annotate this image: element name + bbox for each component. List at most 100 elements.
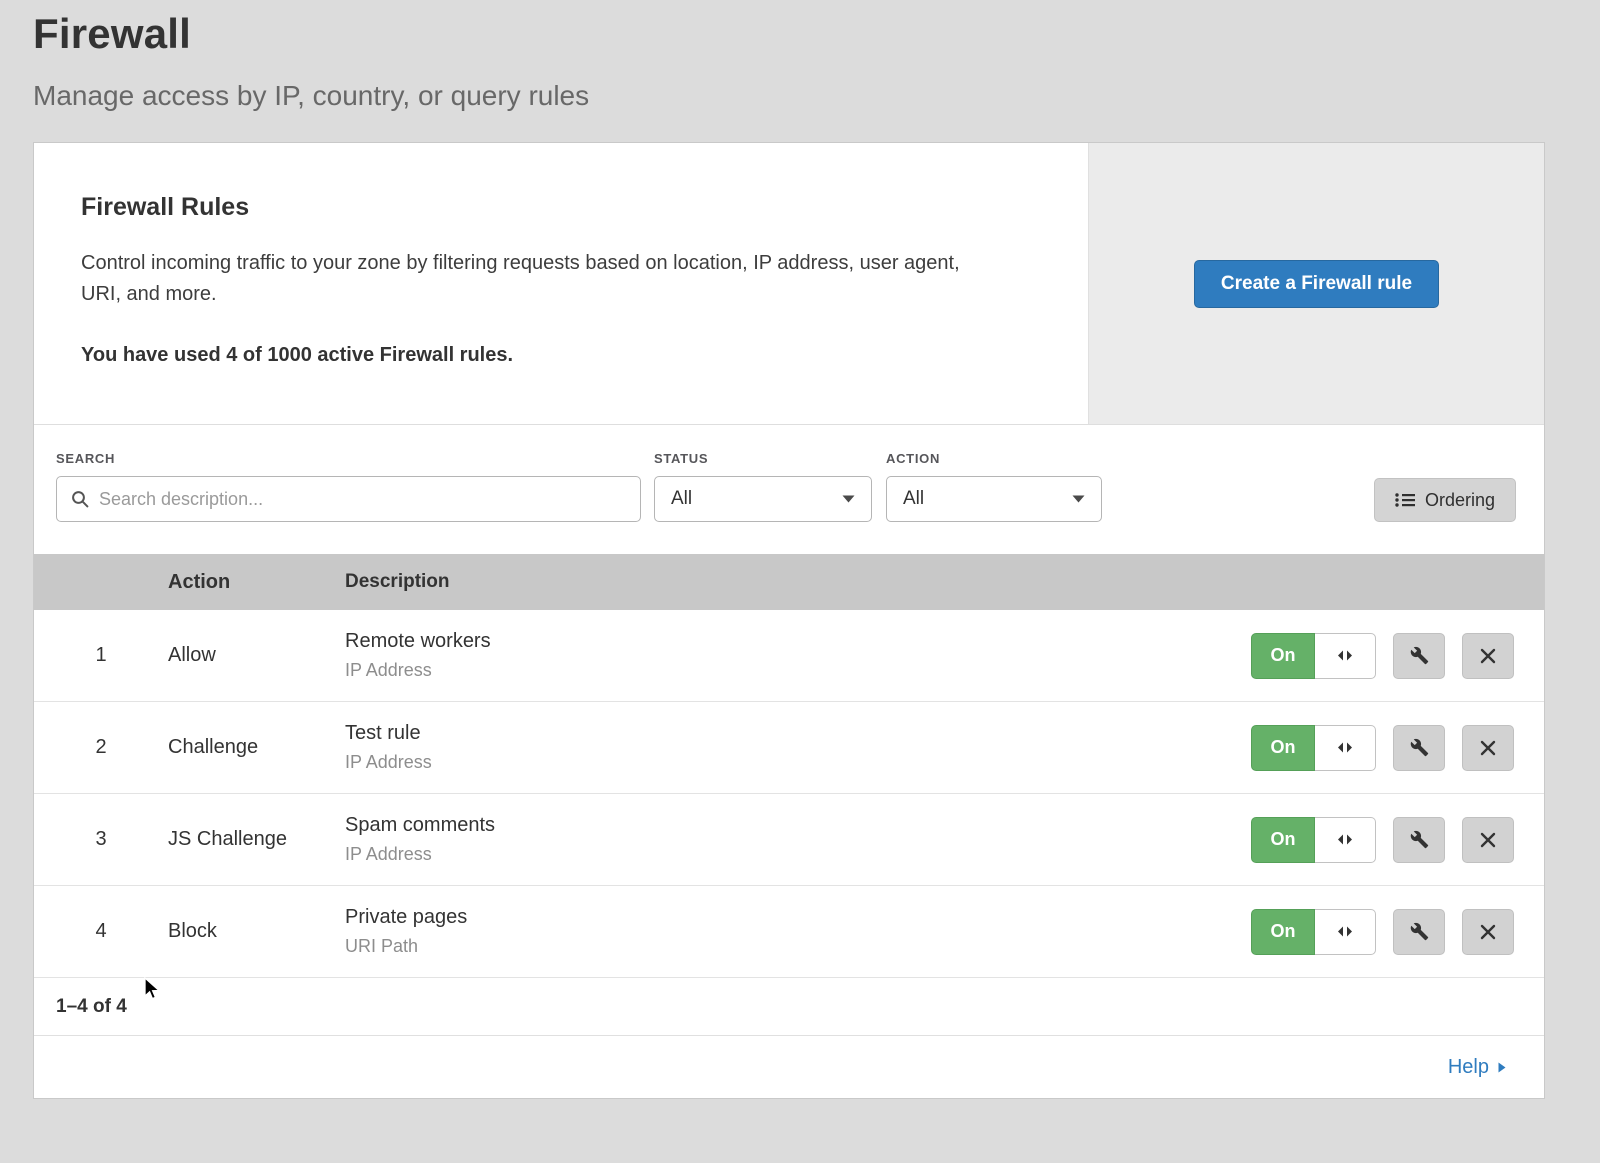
rule-enabled-toggle[interactable]: On	[1251, 633, 1376, 679]
action-select[interactable]: All	[886, 476, 1102, 522]
close-icon	[1480, 648, 1496, 664]
column-header-action: Action	[168, 571, 345, 594]
rule-number: 1	[34, 644, 168, 667]
rule-match-type: IP Address	[345, 660, 1251, 681]
column-header-description: Description	[345, 571, 1544, 593]
table-row: 1 Allow Remote workers IP Address On	[34, 610, 1544, 702]
toggle-on-button[interactable]: On	[1251, 817, 1315, 863]
rule-enabled-toggle[interactable]: On	[1251, 817, 1376, 863]
ordering-button-label: Ordering	[1425, 490, 1495, 511]
intro-text-panel: Firewall Rules Control incoming traffic …	[34, 143, 1088, 424]
rule-description-cell: Spam comments IP Address	[345, 814, 1251, 865]
filters-bar: SEARCH STATUS All ACTION	[34, 425, 1544, 554]
rule-description: Remote workers	[345, 630, 1251, 653]
left-right-arrows-icon	[1337, 834, 1353, 845]
rule-match-type: IP Address	[345, 844, 1251, 865]
rule-description: Spam comments	[345, 814, 1251, 837]
close-icon	[1480, 832, 1496, 848]
wrench-icon	[1410, 830, 1429, 849]
intro-section: Firewall Rules Control incoming traffic …	[34, 143, 1544, 425]
delete-rule-button[interactable]	[1462, 909, 1514, 955]
rule-description: Test rule	[345, 722, 1251, 745]
help-arrow-icon	[1498, 1062, 1506, 1073]
delete-rule-button[interactable]	[1462, 817, 1514, 863]
rule-action: JS Challenge	[168, 828, 345, 851]
status-label: STATUS	[654, 451, 872, 466]
search-input[interactable]	[99, 489, 626, 510]
action-filter: ACTION All	[886, 451, 1102, 522]
rule-number: 2	[34, 736, 168, 759]
rule-controls: On	[1251, 633, 1544, 679]
close-icon	[1480, 740, 1496, 756]
left-right-arrows-icon	[1337, 926, 1353, 937]
toggle-on-button[interactable]: On	[1251, 909, 1315, 955]
rule-number: 4	[34, 920, 168, 943]
rule-description-cell: Test rule IP Address	[345, 722, 1251, 773]
delete-rule-button[interactable]	[1462, 633, 1514, 679]
rule-match-type: IP Address	[345, 752, 1251, 773]
close-icon	[1480, 924, 1496, 940]
ordering-button[interactable]: Ordering	[1374, 478, 1516, 522]
status-select[interactable]: All	[654, 476, 872, 522]
table-row: 2 Challenge Test rule IP Address On	[34, 702, 1544, 794]
left-right-arrows-icon	[1337, 742, 1353, 753]
help-link-label: Help	[1448, 1056, 1489, 1079]
toggle-on-button[interactable]: On	[1251, 725, 1315, 771]
search-icon	[71, 490, 89, 508]
page-subtitle: Manage access by IP, country, or query r…	[33, 80, 1545, 112]
create-firewall-rule-button[interactable]: Create a Firewall rule	[1194, 260, 1439, 308]
chevron-down-icon	[1072, 495, 1085, 503]
toggle-arrows-button[interactable]	[1315, 633, 1376, 679]
rule-action: Block	[168, 920, 345, 943]
rule-description: Private pages	[345, 906, 1251, 929]
chevron-down-icon	[842, 495, 855, 503]
section-description: Control incoming traffic to your zone by…	[81, 248, 981, 310]
intro-action-panel: Create a Firewall rule	[1088, 143, 1544, 424]
toggle-arrows-button[interactable]	[1315, 725, 1376, 771]
search-input-wrap[interactable]	[56, 476, 641, 522]
rule-number: 3	[34, 828, 168, 851]
ordering-list-icon	[1395, 492, 1415, 508]
toggle-arrows-button[interactable]	[1315, 909, 1376, 955]
pagination: 1–4 of 4	[34, 978, 1544, 1036]
rule-action: Allow	[168, 644, 345, 667]
table-row: 3 JS Challenge Spam comments IP Address …	[34, 794, 1544, 886]
delete-rule-button[interactable]	[1462, 725, 1514, 771]
status-select-value: All	[671, 488, 692, 510]
left-right-arrows-icon	[1337, 650, 1353, 661]
search-filter: SEARCH	[56, 451, 641, 522]
edit-rule-button[interactable]	[1393, 725, 1445, 771]
wrench-icon	[1410, 738, 1429, 757]
firewall-rules-card: Firewall Rules Control incoming traffic …	[33, 142, 1545, 1099]
toggle-arrows-button[interactable]	[1315, 817, 1376, 863]
rule-description-cell: Remote workers IP Address	[345, 630, 1251, 681]
action-select-value: All	[903, 488, 924, 510]
page-header: Firewall Manage access by IP, country, o…	[33, 0, 1545, 112]
edit-rule-button[interactable]	[1393, 633, 1445, 679]
search-label: SEARCH	[56, 451, 641, 466]
edit-rule-button[interactable]	[1393, 909, 1445, 955]
rules-table: Action Description 1 Allow Remote worker…	[34, 554, 1544, 978]
section-heading: Firewall Rules	[81, 193, 1028, 222]
toggle-on-button[interactable]: On	[1251, 633, 1315, 679]
wrench-icon	[1410, 922, 1429, 941]
rule-description-cell: Private pages URI Path	[345, 906, 1251, 957]
rule-match-type: URI Path	[345, 936, 1251, 957]
page-title: Firewall	[33, 10, 1545, 58]
rule-enabled-toggle[interactable]: On	[1251, 909, 1376, 955]
action-label: ACTION	[886, 451, 1102, 466]
wrench-icon	[1410, 646, 1429, 665]
edit-rule-button[interactable]	[1393, 817, 1445, 863]
rule-controls: On	[1251, 909, 1544, 955]
usage-text: You have used 4 of 1000 active Firewall …	[81, 344, 1028, 367]
rule-controls: On	[1251, 725, 1544, 771]
table-header-row: Action Description	[34, 554, 1544, 610]
help-link[interactable]: Help	[1448, 1056, 1506, 1079]
rule-action: Challenge	[168, 736, 345, 759]
table-row: 4 Block Private pages URI Path On	[34, 886, 1544, 978]
help-row: Help	[34, 1036, 1544, 1098]
rule-controls: On	[1251, 817, 1544, 863]
firewall-page: Firewall Manage access by IP, country, o…	[33, 0, 1545, 1099]
status-filter: STATUS All	[654, 451, 872, 522]
rule-enabled-toggle[interactable]: On	[1251, 725, 1376, 771]
